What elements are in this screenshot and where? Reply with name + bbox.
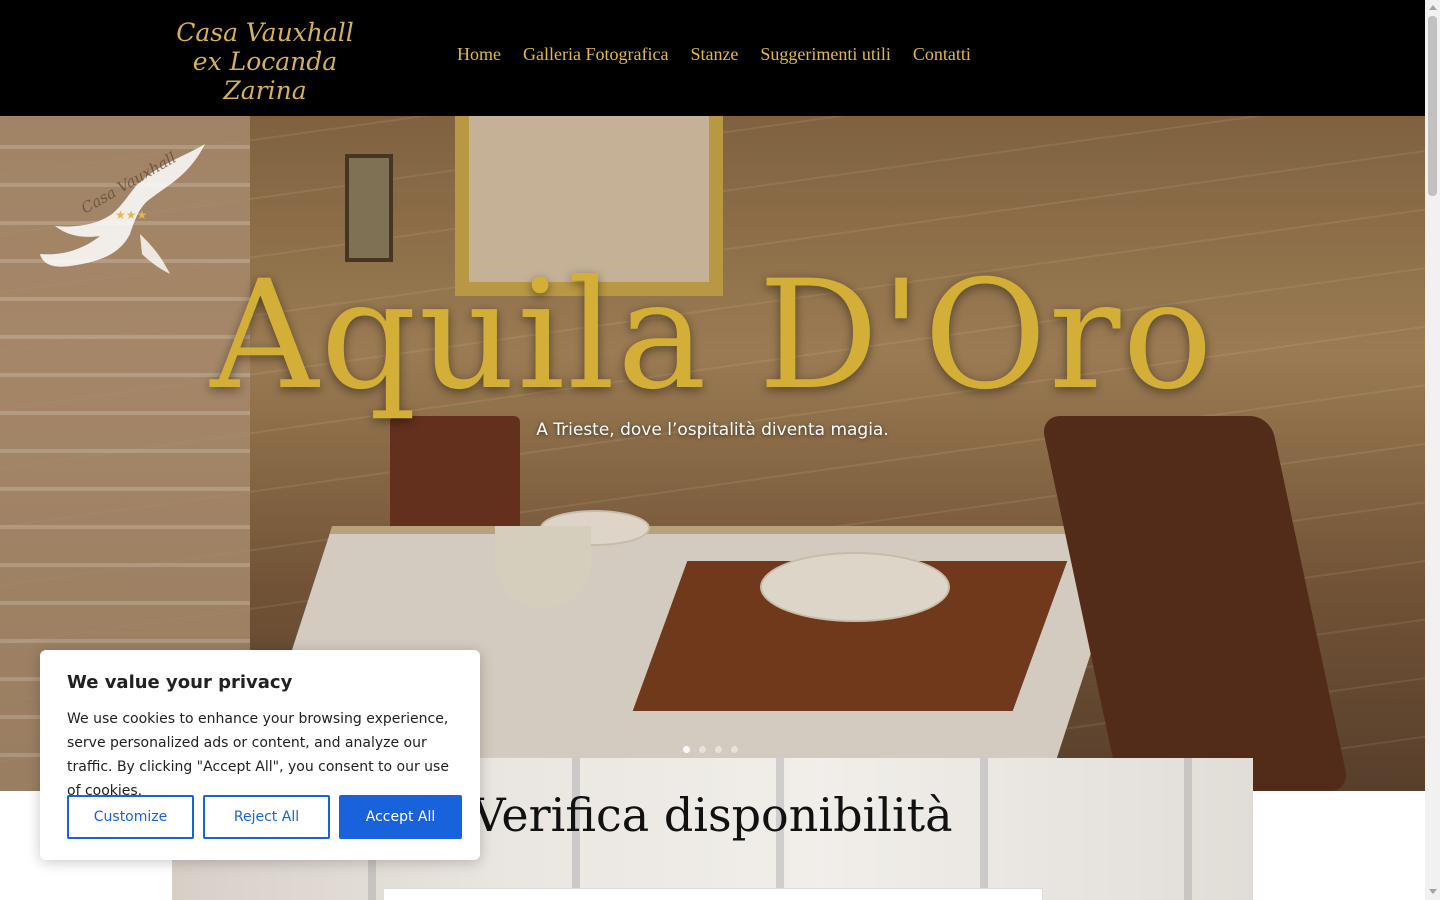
cookie-title: We value your privacy: [67, 672, 293, 693]
cookie-text: We use cookies to enhance your browsing …: [67, 711, 449, 799]
nav-galleria-fotografica[interactable]: Galleria Fotografica: [523, 44, 668, 65]
hero-subtitle: A Trieste, dove l’ospitalità diventa mag…: [536, 420, 889, 440]
slider-dot-2[interactable]: [699, 746, 706, 753]
availability-form[interactable]: [383, 888, 1043, 900]
scroll-up-icon[interactable]: [1429, 5, 1437, 10]
main-nav: Home Galleria Fotografica Stanze Suggeri…: [457, 44, 971, 65]
slider-dot-1[interactable]: [683, 746, 690, 753]
nav-stanze[interactable]: Stanze: [690, 44, 738, 65]
svg-text:★★★: ★★★: [115, 208, 147, 222]
reject-all-button[interactable]: Reject All: [203, 795, 330, 839]
cookie-buttons: Customize Reject All Accept All: [67, 795, 462, 839]
page-scrollbar[interactable]: [1425, 0, 1440, 900]
cookie-consent-banner: We value your privacy We use cookies to …: [40, 650, 480, 860]
hero-title: Aquila D'Oro: [210, 249, 1215, 423]
nav-suggerimenti-utili[interactable]: Suggerimenti utili: [760, 44, 891, 65]
nav-home[interactable]: Home: [457, 44, 501, 65]
logo-line-2: ex Locanda Zarina: [192, 47, 338, 105]
slider-dot-3[interactable]: [715, 746, 722, 753]
accept-all-button[interactable]: Accept All: [339, 795, 462, 839]
scroll-down-icon[interactable]: [1429, 889, 1437, 894]
customize-button[interactable]: Customize: [67, 795, 194, 839]
nav-contatti[interactable]: Contatti: [913, 44, 971, 65]
slider-pagination: [683, 746, 738, 753]
slider-dot-4[interactable]: [731, 746, 738, 753]
logo-line-1: Casa Vauxhall: [176, 18, 354, 47]
site-logo[interactable]: Casa Vauxhall ex Locanda Zarina: [160, 18, 370, 105]
scrollbar-thumb[interactable]: [1428, 16, 1437, 196]
site-header: Casa Vauxhall ex Locanda Zarina Home Gal…: [0, 0, 1425, 116]
